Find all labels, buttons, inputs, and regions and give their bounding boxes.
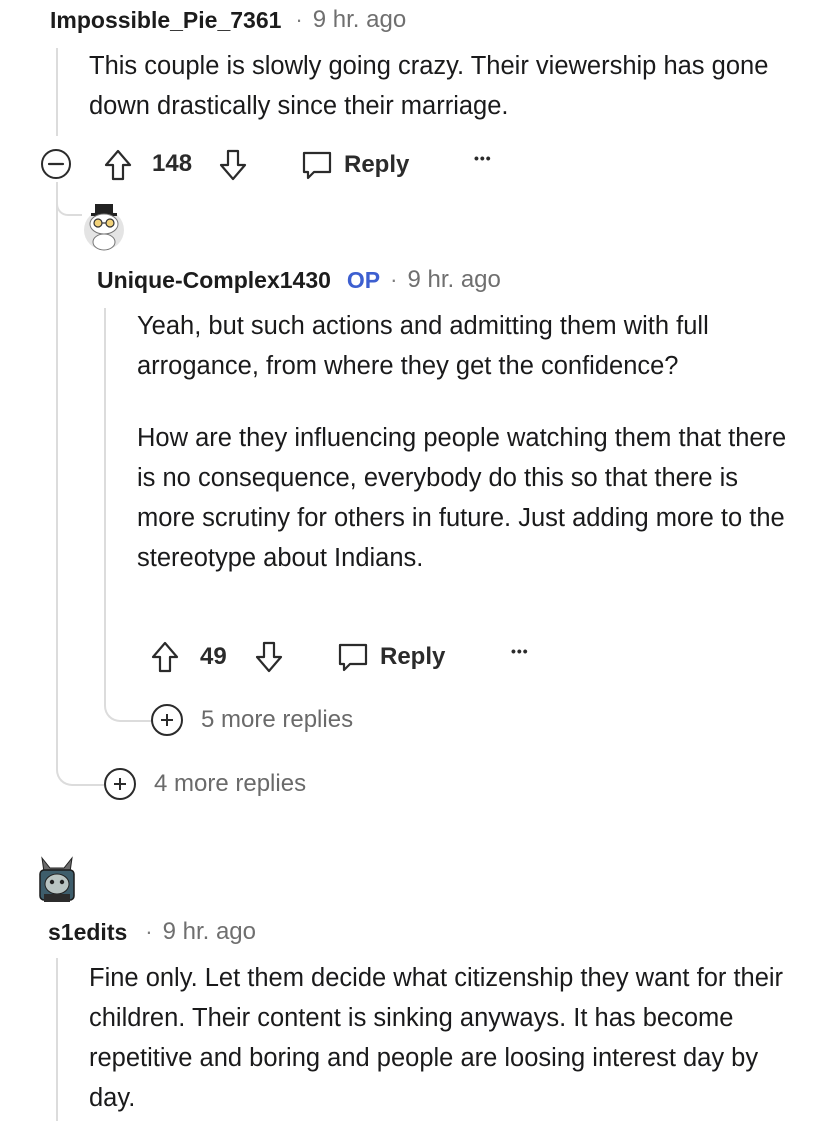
comment-text: This couple is slowly going crazy. Their… xyxy=(89,52,769,120)
more-options-icon: ••• xyxy=(511,643,529,659)
timestamp[interactable]: 9 hr. ago xyxy=(163,918,256,946)
comment-2-header: Unique-Complex1430 OP · 9 hr. ago xyxy=(97,266,501,294)
reply-label: Reply xyxy=(380,643,446,670)
thread-branch-5-more xyxy=(104,688,152,722)
op-badge: OP xyxy=(346,266,381,293)
separator-dot: · xyxy=(295,7,303,32)
comment-3-header: s1edits · 9 hr. ago xyxy=(48,918,256,946)
thread-line-comment-3[interactable] xyxy=(56,958,58,1121)
username[interactable]: s1edits xyxy=(48,919,127,946)
comment-1-body: This couple is slowly going crazy. Their… xyxy=(89,46,789,126)
reply-label: Reply xyxy=(344,151,410,178)
downvote-button[interactable] xyxy=(254,640,284,674)
more-options-icon: ••• xyxy=(474,150,492,166)
more-replies-label: 4 more replies xyxy=(154,770,307,797)
more-replies-label: 5 more replies xyxy=(201,706,354,733)
comment-bubble-icon xyxy=(338,643,368,672)
more-replies-button[interactable]: 4 more replies xyxy=(104,768,306,800)
upvote-button[interactable] xyxy=(150,640,180,674)
more-options-button[interactable]: ••• xyxy=(511,643,529,659)
plus-icon xyxy=(151,704,183,736)
collapse-button[interactable] xyxy=(40,148,72,180)
comment-3-body: Fine only. Let them decide what citizens… xyxy=(89,958,789,1118)
vote-count: 148 xyxy=(152,150,193,177)
thread-line-comment-1-children[interactable] xyxy=(56,182,58,762)
more-replies-button[interactable]: 5 more replies xyxy=(151,704,353,736)
timestamp[interactable]: 9 hr. ago xyxy=(313,6,406,34)
more-options-button[interactable]: ••• xyxy=(474,150,492,166)
snoo-avatar-icon xyxy=(39,856,75,902)
thread-branch-4-more xyxy=(56,752,104,786)
comment-paragraph-2: How are they influencing people watching… xyxy=(137,424,787,572)
separator-dot: · xyxy=(145,919,153,944)
separator-dot: · xyxy=(390,267,398,292)
vote-count: 49 xyxy=(200,643,227,670)
comment-1-header: Impossible_Pie_7361 · 9 hr. ago xyxy=(50,6,406,34)
upvote-arrow-icon xyxy=(151,641,179,673)
upvote-button[interactable] xyxy=(103,148,133,182)
downvote-arrow-icon xyxy=(219,149,247,181)
username[interactable]: Unique-Complex1430 xyxy=(97,267,331,294)
comment-text: Fine only. Let them decide what citizens… xyxy=(89,964,784,1112)
thread-line-comment-1[interactable] xyxy=(56,48,58,136)
reply-button[interactable]: Reply xyxy=(300,148,409,182)
timestamp[interactable]: 9 hr. ago xyxy=(407,266,500,294)
username[interactable]: Impossible_Pie_7361 xyxy=(50,7,281,34)
comment-2-body: Yeah, but such actions and admitting the… xyxy=(137,306,797,578)
reply-button[interactable]: Reply xyxy=(336,640,445,674)
avatar[interactable] xyxy=(34,852,80,906)
thread-line-comment-2[interactable] xyxy=(104,308,106,694)
avatar[interactable] xyxy=(80,200,128,252)
downvote-arrow-icon xyxy=(255,641,283,673)
collapse-icon xyxy=(41,149,71,179)
plus-icon xyxy=(104,768,136,800)
comment-bubble-icon xyxy=(302,151,332,180)
downvote-button[interactable] xyxy=(218,148,248,182)
snoo-avatar-icon xyxy=(84,204,124,251)
comment-paragraph-1: Yeah, but such actions and admitting the… xyxy=(137,312,709,380)
upvote-arrow-icon xyxy=(104,149,132,181)
thread-branch-comment-2 xyxy=(56,196,82,216)
